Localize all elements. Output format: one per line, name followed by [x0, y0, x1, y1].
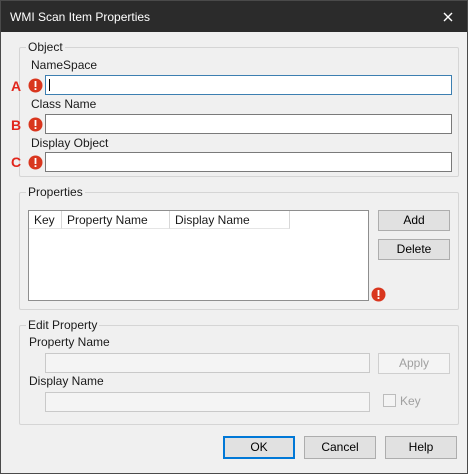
column-header-key[interactable]: Key: [29, 211, 62, 229]
class-name-label: Class Name: [31, 97, 97, 111]
key-checkbox[interactable]: [383, 394, 396, 407]
annotation-b: B: [11, 117, 22, 133]
add-button[interactable]: Add: [378, 210, 450, 231]
key-checkbox-label: Key: [400, 394, 421, 408]
close-icon: [443, 12, 453, 21]
title-bar: WMI Scan Item Properties: [1, 1, 467, 32]
properties-list[interactable]: Key Property Name Display Name: [28, 210, 369, 301]
namespace-label: NameSpace: [31, 58, 98, 72]
delete-button[interactable]: Delete: [378, 239, 450, 260]
class-name-input[interactable]: [45, 114, 452, 134]
window-title: WMI Scan Item Properties: [10, 10, 151, 24]
display-object-input[interactable]: [45, 152, 452, 172]
text-caret: [49, 79, 50, 91]
ok-button[interactable]: OK: [223, 436, 295, 459]
column-header-display-name[interactable]: Display Name: [170, 211, 290, 229]
error-icon: [371, 287, 386, 302]
display-name-input[interactable]: [45, 392, 370, 412]
display-object-label: Display Object: [31, 136, 109, 150]
cancel-button[interactable]: Cancel: [304, 436, 376, 459]
property-name-label: Property Name: [29, 335, 110, 349]
display-name-label: Display Name: [29, 374, 104, 388]
annotation-a: A: [11, 78, 22, 94]
edit-property-group-legend: Edit Property: [26, 318, 100, 332]
column-header-property-name[interactable]: Property Name: [62, 211, 170, 229]
annotation-c: C: [11, 154, 22, 170]
dialog-window: WMI Scan Item Properties Object NameSpac…: [0, 0, 468, 474]
help-button[interactable]: Help: [385, 436, 457, 459]
close-button[interactable]: [429, 1, 467, 32]
properties-group-legend: Properties: [26, 185, 85, 199]
error-icon: [28, 155, 43, 170]
namespace-input[interactable]: [45, 75, 452, 95]
property-name-input[interactable]: [45, 353, 370, 373]
object-group-legend: Object: [26, 40, 65, 54]
apply-button[interactable]: Apply: [378, 353, 450, 374]
error-icon: [28, 78, 43, 93]
error-icon: [28, 117, 43, 132]
